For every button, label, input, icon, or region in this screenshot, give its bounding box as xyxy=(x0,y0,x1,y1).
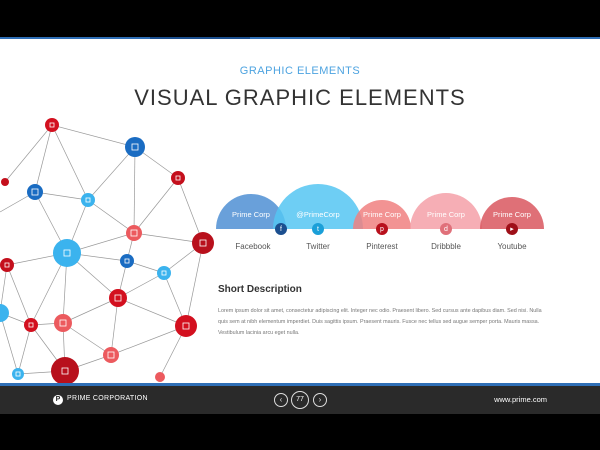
twitter-icon[interactable]: t xyxy=(312,223,324,235)
social-label-twitter: Twitter xyxy=(306,242,330,251)
social-label-youtube: Youtube xyxy=(497,242,527,251)
arc-label-twitter: @PrimeCorp xyxy=(296,210,340,219)
next-page-button[interactable]: › xyxy=(313,393,327,407)
footer-bar: P PRIME CORPORATION ‹ 77 › www.prime.com xyxy=(0,386,600,414)
youtube-icon[interactable]: ▸ xyxy=(506,223,518,235)
facebook-icon[interactable]: f xyxy=(275,223,287,235)
slide: GRAPHIC ELEMENTS VISUAL GRAPHIC ELEMENTS xyxy=(0,37,600,386)
footer-url-link[interactable]: www.prime.com xyxy=(494,395,547,404)
social-label-dribbble: Dribbble xyxy=(431,242,461,251)
dribbble-icon[interactable]: d xyxy=(440,223,452,235)
social-label-facebook: Facebook xyxy=(235,242,271,251)
prev-page-button[interactable]: ‹ xyxy=(274,393,288,407)
social-label-pinterest: Pinterest xyxy=(366,242,398,251)
arc-label-pinterest: Prime Corp xyxy=(363,210,401,219)
arc-label-youtube: Prime Corp xyxy=(493,210,531,219)
arc-label-facebook: Prime Corp xyxy=(232,210,270,219)
arc-label-dribbble: Prime Corp xyxy=(427,210,465,219)
company-logo-icon: P xyxy=(53,395,63,405)
page-number: 77 xyxy=(291,391,309,409)
description-body: Lorem ipsum dolor sit amet, consectetur … xyxy=(218,308,542,336)
pinterest-icon[interactable]: p xyxy=(376,223,388,235)
footer-company-name: PRIME CORPORATION xyxy=(67,395,148,402)
description-heading: Short Description xyxy=(218,284,302,295)
